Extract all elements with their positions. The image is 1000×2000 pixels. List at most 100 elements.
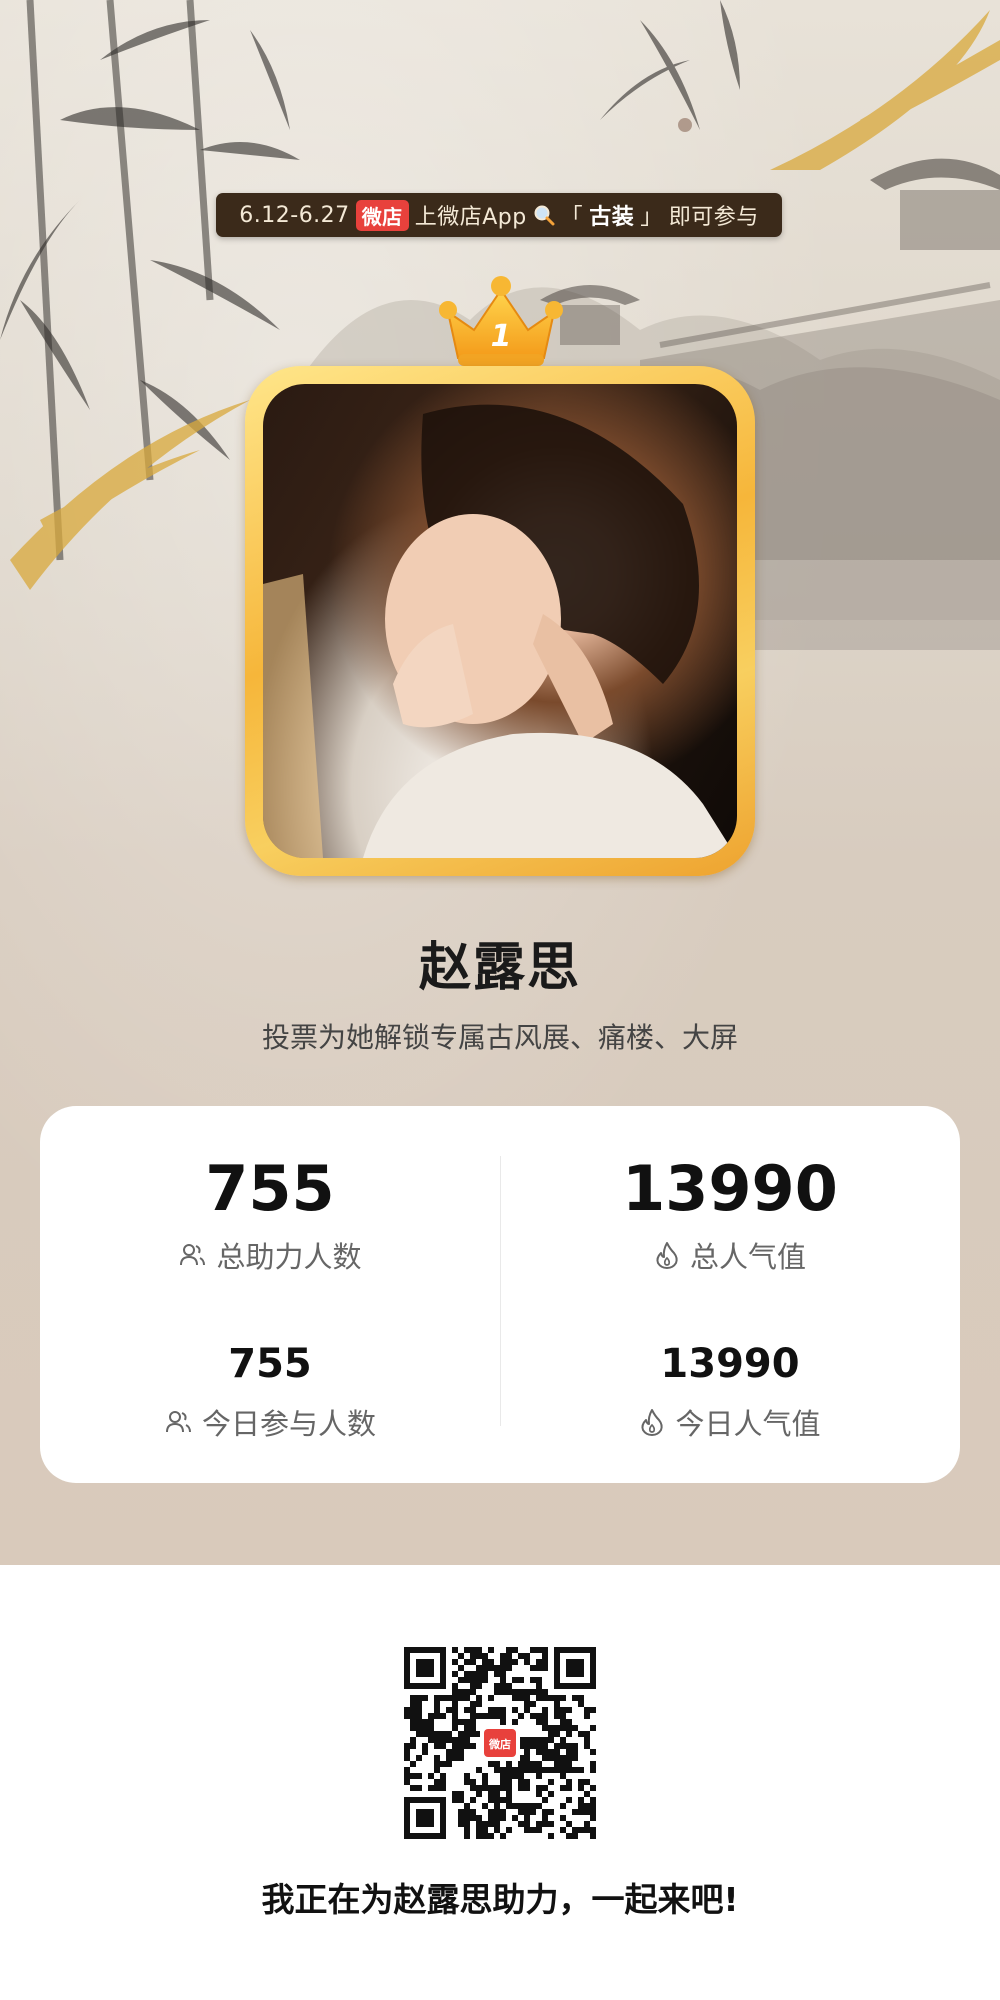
qr-module [470, 1677, 476, 1683]
qr-module [554, 1695, 560, 1701]
qr-module [536, 1689, 542, 1695]
qr-module [584, 1791, 590, 1797]
qr-module [464, 1719, 470, 1725]
qr-module [464, 1659, 470, 1665]
qr-module [530, 1761, 536, 1767]
qr-module [524, 1809, 530, 1815]
qr-module [458, 1677, 464, 1683]
qr-module [560, 1713, 566, 1719]
qr-module [584, 1809, 590, 1815]
qr-module [416, 1731, 422, 1737]
qr-module [464, 1779, 470, 1785]
avatar-photo[interactable] [263, 384, 737, 858]
qr-module [452, 1695, 458, 1701]
qr-module [590, 1815, 596, 1821]
qr-module [434, 1713, 440, 1719]
qr-module [488, 1761, 494, 1767]
qr-module [560, 1761, 566, 1767]
qr-code[interactable]: 微店 [404, 1647, 596, 1839]
qr-module [542, 1665, 548, 1671]
qr-module [464, 1809, 470, 1815]
qr-module [404, 1779, 410, 1785]
portrait-illustration [263, 404, 737, 858]
qr-module [530, 1737, 536, 1743]
qr-module [416, 1713, 422, 1719]
qr-module [500, 1719, 506, 1725]
qr-module [530, 1713, 536, 1719]
qr-module [410, 1725, 416, 1731]
qr-module [512, 1773, 518, 1779]
qr-module [464, 1803, 470, 1809]
qr-module [530, 1689, 536, 1695]
qr-module [428, 1719, 434, 1725]
qr-module [560, 1803, 566, 1809]
qr-module [524, 1707, 530, 1713]
stat-label: 今日人气值 [675, 1407, 821, 1441]
qr-module [434, 1779, 440, 1785]
qr-module [566, 1749, 572, 1755]
qr-module [476, 1833, 482, 1839]
qr-module [500, 1659, 506, 1665]
qr-module [518, 1821, 524, 1827]
qr-module [434, 1743, 440, 1749]
qr-module [482, 1671, 488, 1677]
banner-text-before: 上微店App [414, 205, 527, 230]
qr-module [422, 1725, 428, 1731]
qr-module [470, 1671, 476, 1677]
flame-icon [641, 1409, 664, 1436]
qr-module [518, 1773, 524, 1779]
qr-module [590, 1809, 596, 1815]
qr-module [416, 1755, 422, 1761]
qr-module [488, 1665, 494, 1671]
qr-module [440, 1773, 446, 1779]
qr-module [590, 1761, 596, 1767]
qr-module [416, 1695, 422, 1701]
qr-module [572, 1833, 578, 1839]
qr-module [470, 1743, 476, 1749]
qr-module [542, 1821, 548, 1827]
qr-module [470, 1689, 476, 1695]
stat-value: 13990 [622, 1152, 838, 1225]
stat-label: 总助力人数 [216, 1240, 362, 1274]
qr-module [518, 1779, 524, 1785]
qr-module [566, 1707, 572, 1713]
qr-module [488, 1821, 494, 1827]
qr-module [422, 1749, 428, 1755]
qr-module [590, 1827, 596, 1833]
qr-module [434, 1701, 440, 1707]
qr-module [578, 1785, 584, 1791]
qr-module [500, 1689, 506, 1695]
qr-module [560, 1719, 566, 1725]
stat-label: 总人气值 [689, 1240, 806, 1274]
crown-icon: 1 [439, 276, 563, 366]
qr-module [536, 1821, 542, 1827]
qr-module [518, 1677, 524, 1683]
qr-module [554, 1749, 560, 1755]
banner-keyword-close: 」 [640, 205, 663, 230]
qr-module [566, 1743, 572, 1749]
qr-module [542, 1755, 548, 1761]
qr-module [422, 1695, 428, 1701]
qr-module [560, 1773, 566, 1779]
qr-module [560, 1827, 566, 1833]
qr-module [458, 1791, 464, 1797]
qr-module [548, 1737, 554, 1743]
qr-module [542, 1737, 548, 1743]
qr-module [476, 1665, 482, 1671]
qr-module [458, 1689, 464, 1695]
qr-module [404, 1767, 410, 1773]
qr-module [458, 1695, 464, 1701]
qr-module [530, 1677, 536, 1683]
qr-module [566, 1779, 572, 1785]
qr-module [404, 1773, 410, 1779]
qr-module [512, 1689, 518, 1695]
qr-module [590, 1833, 596, 1839]
qr-module [482, 1773, 488, 1779]
qr-module [494, 1791, 500, 1797]
qr-module [506, 1803, 512, 1809]
qr-module [494, 1815, 500, 1821]
event-banner[interactable]: 6.12-6.27 微店 上微店App 「 古装 」 即可参与 [216, 193, 782, 237]
qr-module [440, 1731, 446, 1737]
qr-module [464, 1725, 470, 1731]
qr-module [452, 1797, 458, 1803]
